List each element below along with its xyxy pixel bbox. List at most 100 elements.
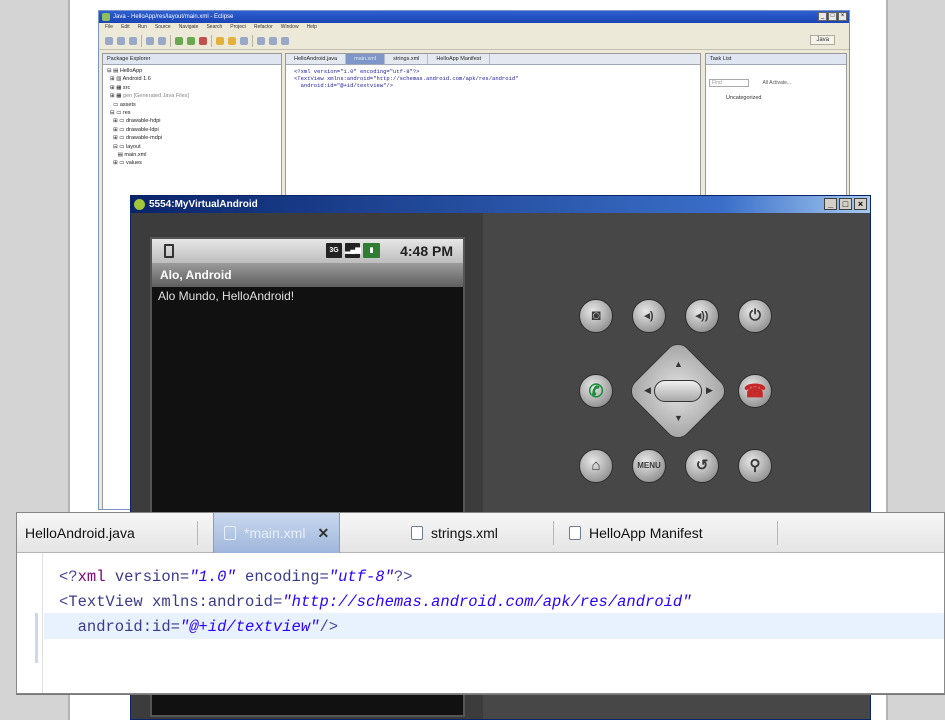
signal-strength-icon: ▂▄▆ xyxy=(345,243,361,258)
tree-item[interactable]: ⊟ ▭ res xyxy=(107,109,281,117)
back-button[interactable]: ↺ xyxy=(685,449,719,483)
volume-down-icon: ◂) xyxy=(644,310,654,322)
eclipse-title-bar: Java - HelloApp/res/layout/main.xml - Ec… xyxy=(99,11,849,23)
home-button[interactable]: ⌂ xyxy=(579,449,613,483)
task-activate-link[interactable]: All Activate... xyxy=(762,80,791,86)
menu-help[interactable]: Help xyxy=(307,23,317,32)
tree-item[interactable]: ⊟ ▤ HelloApp xyxy=(107,67,281,75)
task-find-input[interactable]: Find xyxy=(709,79,749,87)
print-icon[interactable] xyxy=(129,36,137,45)
menu-source[interactable]: Source xyxy=(155,23,171,32)
external-tools-icon[interactable] xyxy=(199,36,207,45)
camera-button[interactable]: ◙ xyxy=(579,299,613,333)
new-icon[interactable] xyxy=(105,36,113,45)
task-category[interactable]: Uncategorized xyxy=(706,95,846,101)
power-button[interactable]: ⏻ xyxy=(738,299,772,333)
close-tab-icon[interactable]: ✕ xyxy=(317,525,329,541)
tree-item[interactable]: ⊞ ▦ src xyxy=(107,84,281,92)
maximize-button[interactable]: □ xyxy=(839,198,852,210)
tree-item[interactable]: ⊞ ▭ drawable-ldpi xyxy=(107,126,281,134)
save-icon[interactable] xyxy=(117,36,125,45)
tab-main-xml[interactable]: main.xml xyxy=(346,54,386,64)
tree-item[interactable]: ⊞ ▭ values xyxy=(107,159,281,167)
close-button[interactable]: × xyxy=(854,198,867,210)
menu-button[interactable]: MENU xyxy=(632,449,666,483)
android-sdk-icon[interactable] xyxy=(146,36,154,45)
code-line-3: android:id="@+id/textview"/> xyxy=(59,618,339,636)
dpad-right-icon[interactable]: ▶ xyxy=(706,385,713,396)
close-button[interactable]: × xyxy=(838,12,847,21)
volume-up-button[interactable]: ◂)) xyxy=(685,299,719,333)
forward-nav-icon[interactable] xyxy=(281,36,289,45)
dpad-up-icon[interactable]: ▲ xyxy=(674,359,683,369)
tab-separator xyxy=(777,521,778,545)
package-explorer-tab[interactable]: Package Explorer xyxy=(103,54,281,65)
xml-file-icon xyxy=(224,526,236,540)
perspective-switcher[interactable]: Java xyxy=(810,35,835,45)
run-icon[interactable] xyxy=(187,36,195,45)
tab-strings-xml[interactable]: strings.xml xyxy=(411,513,498,553)
tab-main-xml[interactable]: *main.xml ✕ xyxy=(213,513,341,553)
new-package-icon[interactable] xyxy=(216,36,224,45)
main-toolbar: Java xyxy=(99,32,849,50)
back-nav-icon[interactable] xyxy=(269,36,277,45)
tab-helloapp-manifest[interactable]: HelloApp Manifest xyxy=(428,54,491,64)
menu-window[interactable]: Window xyxy=(281,23,299,32)
tab-helloandroid-java[interactable]: HelloAndroid.java xyxy=(286,54,347,64)
tab-label: HelloApp Manifest xyxy=(589,525,703,541)
call-button[interactable]: ✆ xyxy=(579,374,613,408)
tree-item[interactable]: ⊞ ▦ gen [Generated Java Files] xyxy=(107,92,281,100)
menu-search[interactable]: Search xyxy=(206,23,222,32)
emulator-title: 5554:MyVirtualAndroid xyxy=(149,199,258,210)
task-list-tab[interactable]: Task List xyxy=(706,54,846,65)
tab-helloapp-manifest[interactable]: HelloApp Manifest xyxy=(569,513,703,553)
menu-edit[interactable]: Edit xyxy=(121,23,130,32)
tree-item[interactable]: ⊞ ▥ Android 1.6 xyxy=(107,75,281,83)
maximize-button[interactable]: □ xyxy=(828,12,837,21)
volume-down-button[interactable]: ◂) xyxy=(632,299,666,333)
menu-refactor[interactable]: Refactor xyxy=(254,23,273,32)
status-bar: 3G ▂▄▆ ▮ 4:48 PM xyxy=(152,239,463,263)
minimize-button[interactable]: _ xyxy=(818,12,827,21)
emulator-title-bar: 5554:MyVirtualAndroid _ □ × xyxy=(131,196,870,213)
status-time: 4:48 PM xyxy=(400,243,453,259)
toolbar-separator xyxy=(211,34,212,47)
menu-run[interactable]: Run xyxy=(138,23,147,32)
hangup-button[interactable]: ☎ xyxy=(738,374,772,408)
menu-navigate[interactable]: Navigate xyxy=(179,23,199,32)
task-list-view: Task List Find All Activate... Uncategor… xyxy=(705,53,847,203)
tab-separator xyxy=(553,521,554,545)
tree-item[interactable]: ⊞ ▭ drawable-mdpi xyxy=(107,134,281,142)
eclipse-title: Java - HelloApp/res/layout/main.xml - Ec… xyxy=(113,14,234,20)
zoomed-code-editor[interactable]: <?xml version="1.0" encoding="utf-8"?> <T… xyxy=(59,565,692,640)
dpad-center-button[interactable] xyxy=(654,380,702,402)
hangup-icon: ☎ xyxy=(743,381,767,401)
android-icon xyxy=(134,199,145,210)
battery-icon: ▮ xyxy=(363,243,380,258)
dpad-down-icon[interactable]: ▼ xyxy=(674,413,683,423)
manifest-file-icon xyxy=(569,526,581,540)
code-line-2: <TextView xmlns:android="http://schemas.… xyxy=(59,593,692,611)
code-editor[interactable]: <?xml version="1.0" encoding="utf-8"?> <T… xyxy=(286,65,700,89)
tab-helloandroid-java[interactable]: HelloAndroid.java xyxy=(25,513,135,553)
hello-textview: Alo Mundo, HelloAndroid! xyxy=(158,289,295,303)
tree-item[interactable]: ⊟ ▭ layout xyxy=(107,143,281,151)
call-icon: ✆ xyxy=(588,381,604,401)
dpad-left-icon[interactable]: ◀ xyxy=(644,385,651,396)
avd-manager-icon[interactable] xyxy=(158,36,166,45)
menu-file[interactable]: File xyxy=(105,23,113,32)
dpad[interactable]: ▲ ▼ ◀ ▶ xyxy=(625,338,731,444)
tab-strings-xml[interactable]: strings.xml xyxy=(385,54,429,64)
debug-icon[interactable] xyxy=(175,36,183,45)
home-icon: ⌂ xyxy=(591,457,601,474)
tree-item[interactable]: ⊞ ▭ drawable-hdpi xyxy=(107,117,281,125)
menu-project[interactable]: Project xyxy=(230,23,246,32)
open-type-icon[interactable] xyxy=(240,36,248,45)
menu-bar: File Edit Run Source Navigate Search Pro… xyxy=(99,23,849,32)
tree-item[interactable]: ▤ main.xml xyxy=(107,151,281,159)
search-icon[interactable] xyxy=(257,36,265,45)
search-button[interactable]: ⚲ xyxy=(738,449,772,483)
new-class-icon[interactable] xyxy=(228,36,236,45)
tree-item[interactable]: ▭ assets xyxy=(107,101,281,109)
minimize-button[interactable]: _ xyxy=(824,198,837,210)
